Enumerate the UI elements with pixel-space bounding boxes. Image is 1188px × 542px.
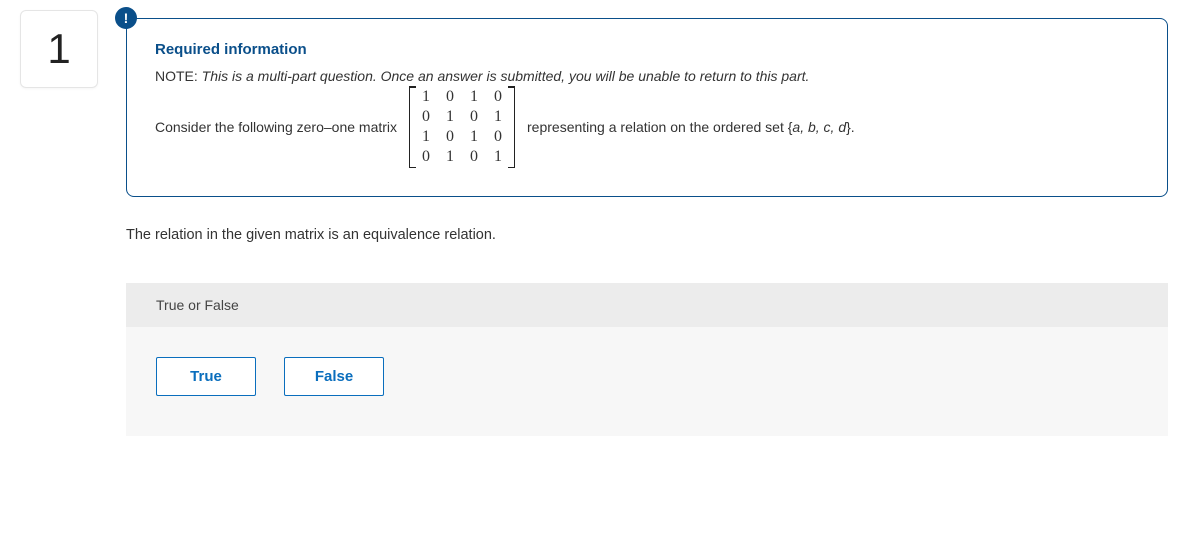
matrix-cell: 1 <box>493 148 503 166</box>
matrix-line: Consider the following zero–one matrix 1… <box>155 86 1139 168</box>
matrix: 1 0 1 0 0 1 0 1 1 0 1 0 0 1 0 <box>409 86 515 168</box>
required-info-box: ! Required information NOTE: This is a m… <box>126 18 1168 197</box>
answer-block: True or False True False <box>126 283 1168 436</box>
answer-header: True or False <box>126 283 1168 327</box>
false-button[interactable]: False <box>284 357 384 396</box>
matrix-cell: 0 <box>421 108 431 126</box>
note-text: This is a multi-part question. Once an a… <box>202 68 810 84</box>
pre-matrix-text: Consider the following zero–one matrix <box>155 119 397 135</box>
matrix-cell: 1 <box>421 88 431 106</box>
matrix-cell: 0 <box>493 88 503 106</box>
matrix-cell: 0 <box>445 128 455 146</box>
matrix-grid: 1 0 1 0 0 1 0 1 1 0 1 0 0 1 0 <box>415 86 509 168</box>
post-matrix-text-1: representing a relation on the ordered s… <box>527 119 792 135</box>
answer-options: True False <box>126 327 1168 396</box>
bracket-right-icon <box>509 86 515 168</box>
question-body: ! Required information NOTE: This is a m… <box>126 10 1168 436</box>
matrix-cell: 0 <box>445 88 455 106</box>
alert-icon: ! <box>115 7 137 29</box>
matrix-cell: 0 <box>469 148 479 166</box>
post-matrix-text-2: }. <box>846 119 855 135</box>
matrix-cell: 1 <box>493 108 503 126</box>
question-number: 1 <box>20 10 98 88</box>
question-statement: The relation in the given matrix is an e… <box>126 227 1168 243</box>
ordered-set: a, b, c, d <box>792 119 846 135</box>
matrix-cell: 1 <box>469 88 479 106</box>
matrix-cell: 0 <box>493 128 503 146</box>
post-matrix-text: representing a relation on the ordered s… <box>527 119 855 135</box>
bracket-left-icon <box>409 86 415 168</box>
required-heading: Required information <box>155 41 1139 58</box>
matrix-cell: 0 <box>469 108 479 126</box>
true-button[interactable]: True <box>156 357 256 396</box>
matrix-cell: 1 <box>445 148 455 166</box>
matrix-cell: 1 <box>421 128 431 146</box>
matrix-cell: 1 <box>445 108 455 126</box>
note-line: NOTE: This is a multi-part question. Onc… <box>155 68 1139 84</box>
note-label: NOTE: <box>155 68 198 84</box>
matrix-cell: 1 <box>469 128 479 146</box>
matrix-cell: 0 <box>421 148 431 166</box>
